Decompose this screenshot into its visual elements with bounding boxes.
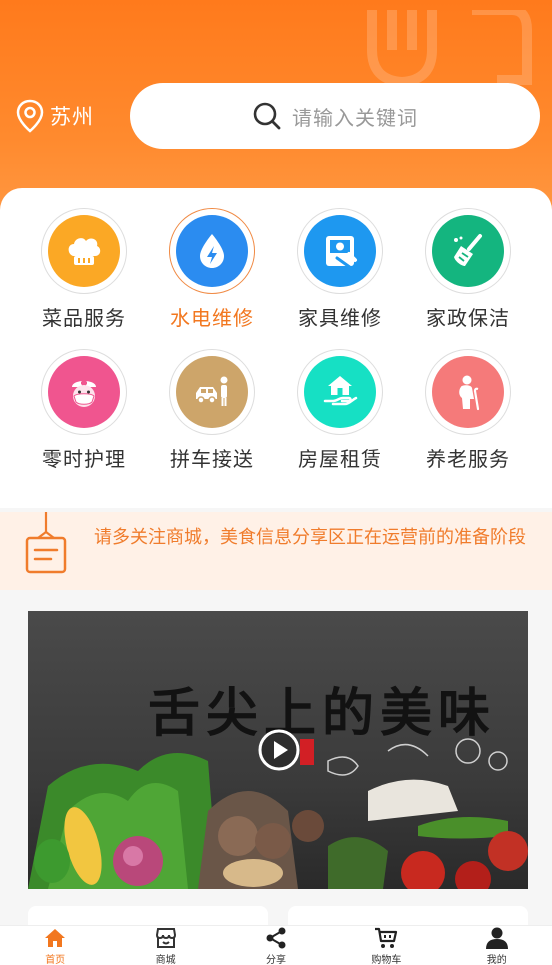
category-label: 养老服务: [426, 447, 510, 471]
notice-bar[interactable]: 请多关注商城，美食信息分享区正在运营前的准备阶段: [0, 512, 552, 590]
video-banner[interactable]: 舌尖上的美味: [28, 611, 528, 889]
broom-icon: [454, 234, 482, 266]
category-label: 水电维修: [170, 306, 254, 330]
chef-hat-icon: [68, 238, 101, 265]
tab-share[interactable]: 分享: [221, 926, 331, 965]
category-card: 菜品服务 水电维修 家具维修 家政保洁 零时护理 拼车接送 房屋租赁 养老服务: [0, 188, 552, 508]
category-temporary-care[interactable]: 零时护理: [20, 349, 148, 472]
tab-cart[interactable]: 购物车: [331, 926, 441, 965]
house-hand-icon: [323, 376, 358, 406]
play-icon[interactable]: [257, 728, 301, 772]
category-grid: 菜品服务 水电维修 家具维修 家政保洁 零时护理 拼车接送 房屋租赁 养老服务: [0, 208, 552, 472]
tab-label: 商城: [155, 954, 176, 965]
water-bolt-icon: [200, 234, 224, 268]
tab-label: 我的: [486, 954, 507, 965]
category-housekeeping[interactable]: 家政保洁: [404, 208, 532, 331]
search-input[interactable]: 请输入关键词: [130, 83, 540, 149]
category-label: 菜品服务: [42, 306, 126, 330]
category-house-rental[interactable]: 房屋租赁: [276, 349, 404, 472]
location-pin-icon: [16, 99, 44, 133]
search-placeholder: 请输入关键词: [292, 105, 418, 130]
tab-shop[interactable]: 商城: [111, 926, 221, 965]
notice-text: 请多关注商城，美食信息分享区正在运营前的准备阶段: [94, 527, 526, 548]
category-dishes[interactable]: 菜品服务: [20, 208, 148, 331]
cart-icon: [375, 927, 398, 948]
notice-board-icon: [25, 512, 67, 574]
location-city: 苏州: [50, 105, 94, 129]
category-label: 拼车接送: [170, 447, 254, 471]
tab-label: 首页: [45, 954, 66, 965]
category-plumbing-electric[interactable]: 水电维修: [148, 208, 276, 331]
bottom-tab-bar: 首页 商城 分享 购物车 我的: [0, 925, 552, 965]
search-icon: [253, 102, 281, 130]
tab-profile[interactable]: 我的: [442, 926, 552, 965]
home-page: 苏州 请输入关键词 菜品服务 水电维修 家具维修 家政保洁 零时护理 拼车接送 …: [0, 0, 552, 965]
category-label: 零时护理: [42, 447, 126, 471]
location-selector[interactable]: 苏州: [16, 98, 94, 134]
share-icon: [266, 927, 286, 948]
car-person-icon: [196, 376, 228, 406]
banner-title: 舌尖上的美味: [148, 683, 497, 744]
tab-label: 分享: [265, 954, 286, 965]
category-label: 家政保洁: [426, 306, 510, 330]
category-label: 家具维修: [298, 306, 382, 330]
tab-home[interactable]: 首页: [0, 926, 110, 965]
elderly-icon: [459, 375, 480, 411]
furniture-repair-icon: [326, 236, 357, 270]
tab-label: 购物车: [371, 954, 402, 965]
user-icon: [485, 927, 508, 949]
shop-icon: [155, 927, 176, 948]
category-label: 房屋租赁: [298, 447, 382, 471]
category-carpool[interactable]: 拼车接送: [148, 349, 276, 472]
home-icon: [45, 928, 66, 947]
category-furniture-repair[interactable]: 家具维修: [276, 208, 404, 331]
nurse-icon: [72, 380, 96, 407]
category-elderly-care[interactable]: 养老服务: [404, 349, 532, 472]
